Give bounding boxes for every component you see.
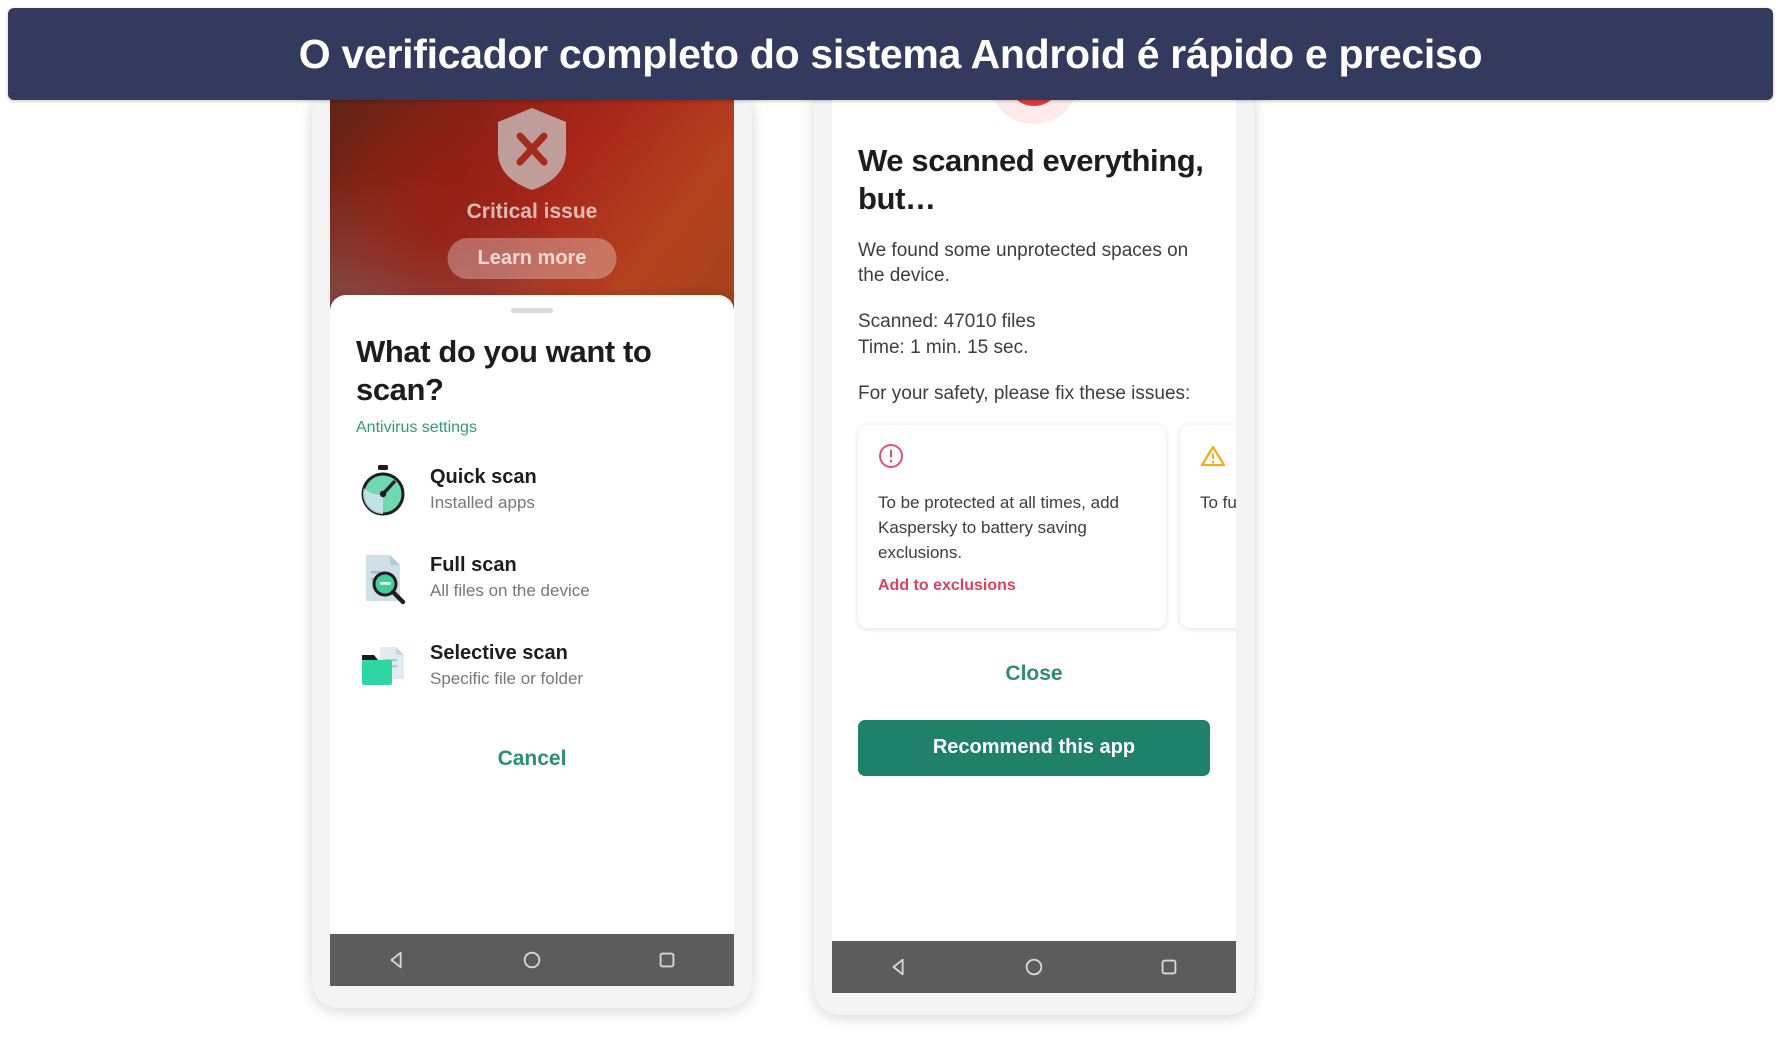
warning-triangle-icon xyxy=(1200,445,1226,466)
alert-circle-icon xyxy=(879,443,903,468)
issue-card-text: To be protected at all times, add Kasper… xyxy=(878,492,1119,563)
sheet-title: What do you want to scan? xyxy=(356,334,652,407)
scan-option-subtitle: Specific file or folder xyxy=(430,669,584,689)
hero-status-label: Critical issue xyxy=(466,200,598,223)
scan-options-list: Quick scan Installed apps Full scan All … xyxy=(356,463,708,693)
android-navbar-left xyxy=(330,934,734,986)
home-icon[interactable] xyxy=(1023,956,1045,978)
home-icon[interactable] xyxy=(521,949,543,971)
critical-issue-hero: Critical issue Learn more xyxy=(330,88,734,310)
recommend-app-button[interactable]: Recommend this app xyxy=(858,719,1210,776)
scan-result-panel: ! We scanned everything, but… We found s… xyxy=(832,80,1236,993)
scan-stats: Scanned: 47010 files Time: 1 min. 15 sec… xyxy=(858,309,1210,361)
scan-option-quick[interactable]: Quick scan Installed apps xyxy=(356,463,708,517)
scan-option-quick-text: Quick scan Installed apps xyxy=(430,465,537,514)
issue-card-text: To fu app r folde xyxy=(1200,492,1236,512)
result-title: We scanned everything, but… xyxy=(858,143,1204,216)
antivirus-settings-link[interactable]: Antivirus settings xyxy=(356,419,708,437)
add-to-exclusions-link[interactable]: Add to exclusions xyxy=(878,577,1146,595)
folder-file-icon xyxy=(356,639,410,693)
scan-option-full[interactable]: Full scan All files on the device xyxy=(356,551,708,605)
scanned-files-line: Scanned: 47010 files xyxy=(858,311,1036,333)
phone-right: ! We scanned everything, but… We found s… xyxy=(814,80,1254,1015)
screenshot-stage: Critical issue Learn more What do you wa… xyxy=(0,80,1781,1040)
scan-bottom-sheet: What do you want to scan? Antivirus sett… xyxy=(330,295,734,986)
shield-x-icon xyxy=(498,108,566,190)
scan-time-line: Time: 1 min. 15 sec. xyxy=(858,337,1029,359)
recents-icon[interactable] xyxy=(656,949,678,971)
issue-card-warning[interactable]: To fu app r folde xyxy=(1180,424,1236,628)
recents-icon[interactable] xyxy=(1158,956,1180,978)
phone-right-screen: ! We scanned everything, but… We found s… xyxy=(832,80,1236,993)
android-navbar-right xyxy=(832,941,1236,993)
sheet-grabber-handle[interactable] xyxy=(511,308,553,313)
issue-card-critical[interactable]: To be protected at all times, add Kasper… xyxy=(858,424,1166,628)
back-icon[interactable] xyxy=(888,956,910,978)
issue-cards-carousel: To be protected at all times, add Kasper… xyxy=(858,424,1236,628)
scan-option-name: Quick scan xyxy=(430,466,537,489)
headline-text: O verificador completo do sistema Androi… xyxy=(298,30,1483,77)
stopwatch-icon xyxy=(356,463,410,517)
scan-option-full-text: Full scan All files on the device xyxy=(430,553,590,602)
cancel-button[interactable]: Cancel xyxy=(330,747,734,771)
close-button[interactable]: Close xyxy=(858,662,1210,686)
scan-option-subtitle: Installed apps xyxy=(430,493,535,513)
scan-option-name: Full scan xyxy=(430,554,517,577)
result-description: We found some unprotected spaces on the … xyxy=(858,239,1189,287)
scan-option-selective[interactable]: Selective scan Specific file or folder xyxy=(356,639,708,693)
scan-option-name: Selective scan xyxy=(430,642,568,665)
fix-prompt: For your safety, please fix these issues… xyxy=(858,382,1191,404)
phone-left: Critical issue Learn more What do you wa… xyxy=(312,88,752,1008)
scan-option-subtitle: All files on the device xyxy=(430,581,590,601)
headline-banner: O verificador completo do sistema Androi… xyxy=(8,8,1773,100)
file-magnifier-icon xyxy=(356,551,410,605)
learn-more-button[interactable]: Learn more xyxy=(447,238,617,279)
scan-option-selective-text: Selective scan Specific file or folder xyxy=(430,641,583,690)
phone-left-screen: Critical issue Learn more What do you wa… xyxy=(330,88,734,986)
back-icon[interactable] xyxy=(386,949,408,971)
